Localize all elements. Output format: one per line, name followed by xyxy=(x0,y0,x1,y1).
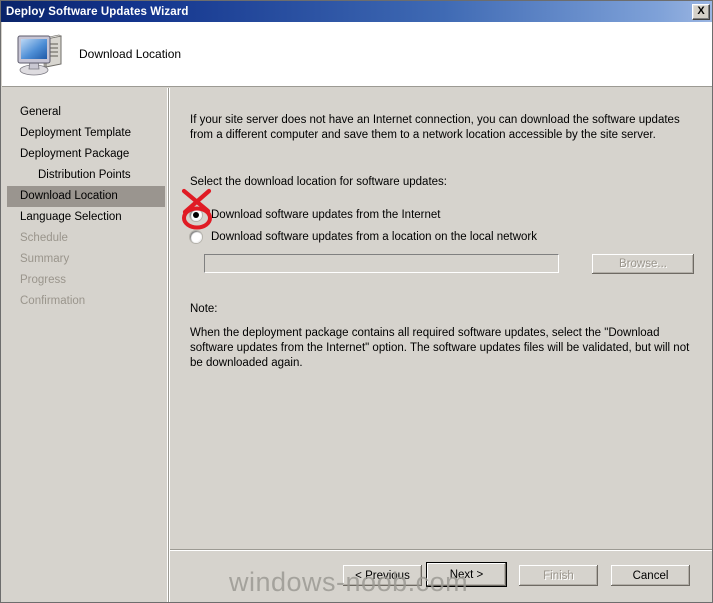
finish-button: Finish xyxy=(518,564,599,587)
network-path-input[interactable] xyxy=(204,254,559,273)
radio-download-from-local-network[interactable]: Download software updates from a locatio… xyxy=(190,231,537,243)
radio-local-network-indicator[interactable] xyxy=(190,231,202,243)
sidebar-item-general[interactable]: General xyxy=(2,102,167,123)
sidebar-item-summary: Summary xyxy=(20,253,70,265)
sidebar-item-progress: Progress xyxy=(20,274,67,286)
page-title: Download Location xyxy=(79,47,182,61)
wizard-header: Download Location xyxy=(2,22,712,87)
computer-icon xyxy=(17,34,62,76)
browse-button: Browse... xyxy=(591,253,695,275)
window-title: Deploy Software Updates Wizard xyxy=(6,5,189,18)
radio-internet-label: Download software updates from the Inter… xyxy=(211,209,441,221)
content-pane: If your site server does not have an Int… xyxy=(170,88,712,549)
radio-download-from-internet[interactable]: Download software updates from the Inter… xyxy=(190,209,441,221)
sidebar-item-language-selection[interactable]: Language Selection xyxy=(2,207,167,228)
select-location-label: Select the download location for softwar… xyxy=(190,176,447,188)
sidebar-item-schedule: Schedule xyxy=(20,232,68,244)
sidebar-item-deployment-package[interactable]: Deployment Package xyxy=(2,144,167,165)
footer-button-bar: < Previous Next > Finish Cancel xyxy=(170,551,712,602)
radio-internet-indicator[interactable] xyxy=(190,209,202,221)
next-button[interactable]: Next > xyxy=(426,562,507,587)
title-bar: Deploy Software Updates Wizard X xyxy=(1,1,712,22)
sidebar-item-deployment-template[interactable]: Deployment Template xyxy=(2,123,167,144)
close-icon[interactable]: X xyxy=(692,3,710,20)
sidebar-item-distribution-points[interactable]: Distribution Points xyxy=(2,165,167,186)
radio-local-network-label: Download software updates from a locatio… xyxy=(211,231,538,243)
intro-description: If your site server does not have an Int… xyxy=(190,114,680,141)
wizard-step-sidebar: General Deployment Template Deployment P… xyxy=(2,88,168,602)
previous-button[interactable]: < Previous xyxy=(342,564,423,587)
note-heading: Note: xyxy=(190,303,218,315)
sidebar-item-confirmation: Confirmation xyxy=(20,295,86,307)
cancel-button[interactable]: Cancel xyxy=(610,564,691,587)
deploy-software-updates-wizard-window: Deploy Software Updates Wizard X Downloa… xyxy=(0,0,713,603)
note-body: When the deployment package contains all… xyxy=(190,327,690,369)
sidebar-item-download-location[interactable]: Download Location xyxy=(7,186,165,207)
